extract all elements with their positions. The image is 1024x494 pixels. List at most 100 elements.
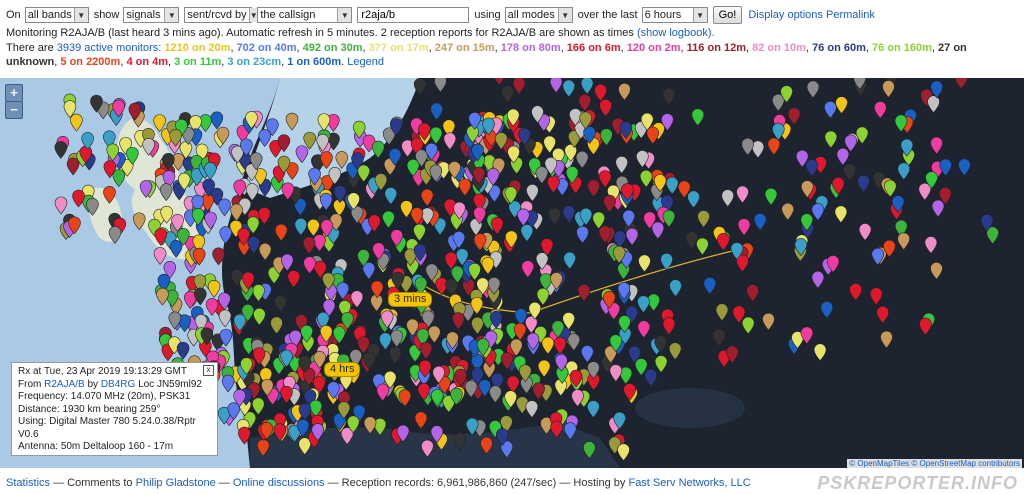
monitor-pin[interactable] [644,368,658,387]
monitor-pin[interactable] [849,283,863,301]
monitor-pin[interactable] [637,320,651,339]
monitor-pin[interactable] [587,179,600,198]
monitor-pin[interactable] [413,223,426,242]
monitor-pin[interactable] [525,400,539,419]
monitor-pin[interactable] [930,136,943,155]
monitor-pin[interactable] [691,108,705,127]
monitor-pin[interactable] [638,254,651,273]
monitor-pin[interactable] [824,130,838,149]
monitor-pin[interactable] [668,342,682,361]
monitor-pin[interactable] [451,312,465,330]
monitor-pin[interactable] [258,242,272,261]
monitor-pin[interactable] [294,218,308,236]
openstreetmap-link[interactable]: © OpenStreetMap contributors [911,459,1020,468]
monitor-pin[interactable] [805,158,819,177]
statistics-link[interactable]: Statistics [6,477,50,489]
monitor-pin[interactable] [594,83,607,102]
monitor-pin[interactable] [897,232,910,251]
monitor-pin[interactable] [625,227,639,246]
monitor-pin[interactable] [609,364,623,382]
band-select[interactable]: all bands ▼ [24,7,89,23]
time-label-4-hrs[interactable]: 4 hrs [324,362,361,377]
monitor-pin[interactable] [874,101,887,119]
monitor-pin[interactable] [834,205,848,224]
monitor-pin[interactable] [429,126,443,145]
monitor-pin[interactable] [549,78,563,94]
monitor-pin[interactable] [270,316,283,335]
monitor-pin[interactable] [869,287,883,306]
mode-select[interactable]: all modes ▼ [504,7,573,23]
monitor-pin[interactable] [430,102,443,121]
direction-select[interactable]: sent/rcvd by ▼ [184,7,258,23]
monitor-pin[interactable] [843,163,856,181]
monitor-pin[interactable] [580,78,594,95]
active-monitors-link[interactable]: 3939 active monitors: [57,42,162,54]
monitor-pin[interactable] [490,216,504,235]
monitor-pin[interactable] [787,107,801,126]
monitor-pin[interactable] [512,78,526,95]
target-select[interactable]: the callsign ▼ [257,7,353,23]
monitor-pin[interactable] [958,158,971,177]
monitor-pin[interactable] [762,312,775,331]
monitor-pin[interactable] [876,305,890,324]
monitor-pin[interactable] [736,185,749,204]
monitor-pin[interactable] [563,251,576,270]
monitor-pin[interactable] [954,78,968,90]
monitor-pin[interactable] [382,210,395,229]
monitor-pin[interactable] [858,223,872,241]
online-discussions-link[interactable]: Online discussions [233,477,325,489]
monitor-pin[interactable] [414,411,428,430]
monitor-pin[interactable] [721,189,735,208]
monitor-pin[interactable] [598,170,612,188]
monitor-pin[interactable] [541,336,555,355]
monitor-pin[interactable] [521,260,535,279]
monitor-pin[interactable] [319,192,333,211]
monitor-pin[interactable] [806,80,820,99]
monitor-pin[interactable] [398,389,412,408]
monitor-pin[interactable] [427,325,441,344]
monitor-pin[interactable] [615,156,628,174]
monitor-pin[interactable] [703,276,717,295]
monitor-pin[interactable] [501,85,514,104]
monitor-pin[interactable] [824,100,837,119]
zoom-in-button[interactable]: + [5,84,23,102]
monitor-pin[interactable] [547,175,560,194]
monitor-pin[interactable] [882,80,895,98]
monitor-pin[interactable] [419,341,433,360]
monitor-pin[interactable] [811,270,825,289]
monitor-pin[interactable] [715,303,729,322]
monitor-pin[interactable] [654,355,668,373]
monitor-pin[interactable] [685,231,699,250]
monitor-pin[interactable] [857,174,870,193]
monitor-pin[interactable] [781,202,795,221]
monitor-pin[interactable] [371,140,385,159]
monitor-pin[interactable] [696,237,709,256]
monitor-pin[interactable] [303,256,316,275]
monitor-pin[interactable] [535,166,549,185]
monitor-pin[interactable] [820,301,834,319]
from-callsign-link[interactable]: R2AJA/B [44,379,85,390]
monitor-pin[interactable] [767,137,781,156]
monitor-pin[interactable] [443,132,457,151]
monitor-pin[interactable] [753,213,767,231]
monitor-pin[interactable] [687,190,700,209]
monitor-pin[interactable] [665,176,679,195]
openmaptiles-link[interactable]: © OpenMapTiles [849,459,909,468]
monitor-pin[interactable] [662,87,676,106]
monitor-pin[interactable] [603,194,616,213]
monitor-pin[interactable] [669,279,682,298]
monitor-pin[interactable] [651,221,665,240]
monitor-pin[interactable] [717,233,730,251]
zoom-out-button[interactable]: − [5,101,23,119]
monitor-pin[interactable] [481,256,495,275]
monitor-pin[interactable] [513,322,527,341]
close-icon[interactable]: x [203,365,214,376]
monitor-pin[interactable] [302,236,316,255]
monitor-pin[interactable] [506,375,520,394]
show-logbook-link[interactable]: (show logbook). [637,27,715,39]
monitor-pin[interactable] [897,162,911,181]
permalink-link[interactable]: Permalink [826,9,875,21]
monitor-pin[interactable] [836,147,850,166]
monitor-pin[interactable] [919,317,932,336]
monitor-pin[interactable] [536,287,550,306]
